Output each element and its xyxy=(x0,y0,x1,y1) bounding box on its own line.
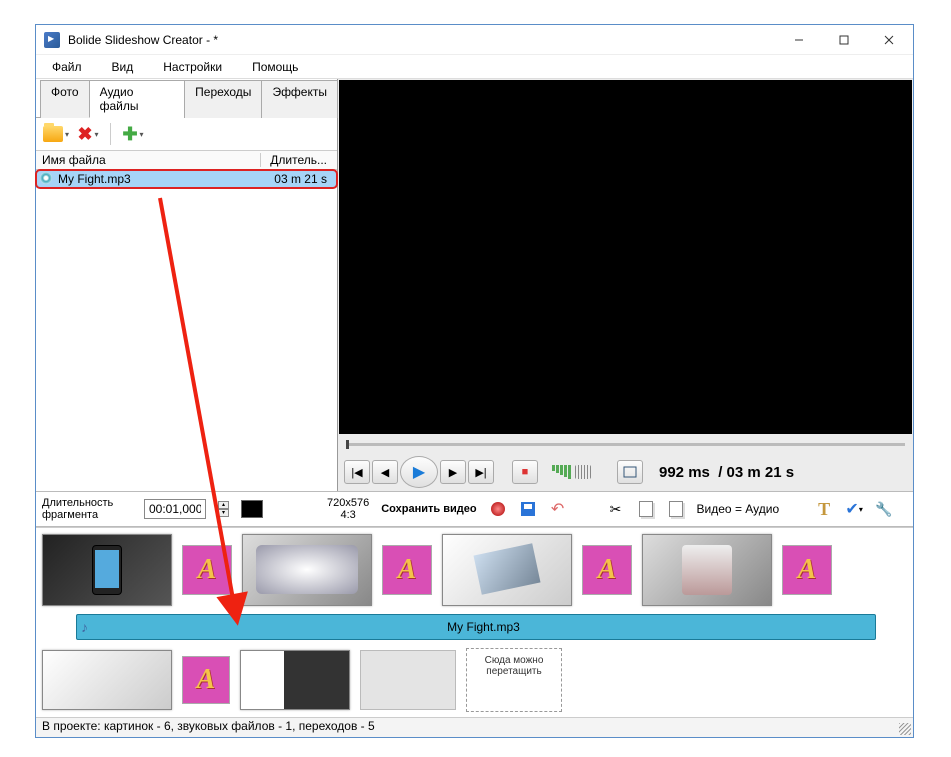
add-button[interactable]: ✚▾ xyxy=(119,121,147,147)
drop-target[interactable]: Сюда можно перетащить xyxy=(466,648,562,712)
audio-filename: My Fight.mp3 xyxy=(58,172,274,186)
floppy-icon xyxy=(521,502,535,516)
status-text: В проекте: картинок - 6, звуковых файлов… xyxy=(42,719,375,733)
last-frame-button[interactable]: ▶| xyxy=(468,460,494,484)
app-window: Bolide Slideshow Creator - * Файл Вид На… xyxy=(35,24,914,738)
paste-icon xyxy=(669,501,683,517)
first-frame-button[interactable]: |◀ xyxy=(344,460,370,484)
seek-bar[interactable] xyxy=(338,435,913,453)
transition-1[interactable]: A xyxy=(182,545,232,595)
timeline-slide-2[interactable] xyxy=(242,534,372,606)
preview-panel: |◀ ◀ ▶ ▶ ▶| ■ 992 ms / 03 m 21 s xyxy=(338,79,913,491)
x-icon: ✖ xyxy=(77,124,92,145)
text-icon: T xyxy=(818,499,830,520)
open-folder-button[interactable]: ▾ xyxy=(42,121,70,147)
record-icon xyxy=(491,502,505,516)
folder-icon xyxy=(43,126,63,142)
audio-list: My Fight.mp3 03 m 21 s xyxy=(36,170,337,491)
maximize-button[interactable] xyxy=(821,25,866,54)
next-button[interactable]: ▶ xyxy=(440,460,466,484)
menu-settings[interactable]: Настройки xyxy=(157,58,228,76)
tab-audio[interactable]: Аудио файлы xyxy=(89,80,186,118)
volume-slider[interactable] xyxy=(575,465,591,479)
media-panel: Фото Аудио файлы Переходы Эффекты ▾ ✖▾ ✚… xyxy=(36,79,338,491)
save-button[interactable] xyxy=(519,500,537,518)
close-button[interactable] xyxy=(866,25,911,54)
time-total: / 03 m 21 s xyxy=(718,464,794,481)
cut-button[interactable] xyxy=(607,500,625,518)
record-button[interactable] xyxy=(489,500,507,518)
delete-button[interactable]: ✖▾ xyxy=(74,121,102,147)
playback-controls: |◀ ◀ ▶ ▶ ▶| ■ 992 ms / 03 m 21 s xyxy=(338,453,913,491)
audio-file-icon xyxy=(40,172,54,186)
timeline-slide-5[interactable] xyxy=(42,650,172,710)
wrench-icon: 🔧 xyxy=(875,501,892,518)
timeline-slide-6[interactable] xyxy=(240,650,350,710)
apply-button[interactable]: ✔▾ xyxy=(845,500,863,518)
plus-icon: ✚ xyxy=(122,124,137,145)
transition-2[interactable]: A xyxy=(382,545,432,595)
fragment-duration-input[interactable] xyxy=(144,499,206,519)
time-display: 992 ms / 03 m 21 s xyxy=(659,464,794,481)
video-audio-label[interactable]: Видео = Аудио xyxy=(697,502,780,516)
timeline: A A A A ♪ My Fight.mp3 A Сюда можно пере… xyxy=(36,527,913,731)
transition-5[interactable]: A xyxy=(182,656,230,704)
stop-button[interactable]: ■ xyxy=(512,460,538,484)
audio-duration: 03 m 21 s xyxy=(274,172,333,186)
copy-icon xyxy=(639,501,653,517)
transition-3[interactable]: A xyxy=(582,545,632,595)
media-toolbar: ▾ ✖▾ ✚▾ xyxy=(36,118,337,150)
col-filename[interactable]: Имя файла xyxy=(42,153,261,167)
dimensions-label[interactable]: 720x5764:3 xyxy=(327,497,369,521)
copy-button[interactable] xyxy=(637,500,655,518)
video-track[interactable]: A A A A xyxy=(36,528,913,612)
status-bar: В проекте: картинок - 6, звуковых файлов… xyxy=(36,717,913,737)
text-button[interactable]: T xyxy=(815,500,833,518)
volume-meter[interactable] xyxy=(552,465,571,479)
duration-spinner[interactable]: ▴▾ xyxy=(218,501,229,517)
undo-icon: ↶ xyxy=(551,499,564,519)
menu-help[interactable]: Помощь xyxy=(246,58,304,76)
transition-4[interactable]: A xyxy=(782,545,832,595)
menubar: Файл Вид Настройки Помощь xyxy=(36,55,913,79)
video-track-2[interactable]: A Сюда можно перетащить xyxy=(36,648,913,712)
list-header: Имя файла Длитель... xyxy=(36,150,337,170)
menu-file[interactable]: Файл xyxy=(46,58,88,76)
fragment-duration-label: Длительность фрагмента xyxy=(42,497,132,521)
play-button[interactable]: ▶ xyxy=(400,456,438,488)
timeline-slide-3[interactable] xyxy=(442,534,572,606)
minimize-button[interactable] xyxy=(776,25,821,54)
timeline-slide-1[interactable] xyxy=(42,534,172,606)
menu-view[interactable]: Вид xyxy=(106,58,140,76)
empty-slot[interactable] xyxy=(360,650,456,710)
music-note-icon: ♪ xyxy=(81,619,88,635)
tab-photo[interactable]: Фото xyxy=(40,80,90,118)
timeline-toolbar: Длительность фрагмента ▴▾ 720x5764:3 Сох… xyxy=(36,491,913,527)
background-color-picker[interactable] xyxy=(241,500,263,518)
timeline-slide-4[interactable] xyxy=(642,534,772,606)
titlebar: Bolide Slideshow Creator - * xyxy=(36,25,913,55)
time-position: 992 ms xyxy=(659,464,710,481)
fullscreen-button[interactable] xyxy=(617,460,643,484)
window-title: Bolide Slideshow Creator - * xyxy=(68,33,776,47)
preview-video xyxy=(339,80,912,434)
tools-button[interactable]: 🔧 xyxy=(875,500,893,518)
tab-effects[interactable]: Эффекты xyxy=(261,80,338,118)
paste-button[interactable] xyxy=(667,500,685,518)
audio-list-item[interactable]: My Fight.mp3 03 m 21 s xyxy=(36,170,337,188)
separator xyxy=(110,123,111,145)
check-icon: ✔ xyxy=(845,499,858,519)
save-video-button[interactable]: Сохранить видео xyxy=(381,503,476,515)
col-duration[interactable]: Длитель... xyxy=(261,153,331,167)
audio-clip-name: My Fight.mp3 xyxy=(92,620,875,634)
audio-track-clip[interactable]: ♪ My Fight.mp3 xyxy=(76,614,876,640)
undo-button[interactable]: ↶ xyxy=(549,500,567,518)
resize-grip[interactable] xyxy=(899,723,911,735)
prev-button[interactable]: ◀ xyxy=(372,460,398,484)
tab-transitions[interactable]: Переходы xyxy=(184,80,262,118)
media-tabs: Фото Аудио файлы Переходы Эффекты xyxy=(36,79,337,118)
app-icon xyxy=(44,32,60,48)
